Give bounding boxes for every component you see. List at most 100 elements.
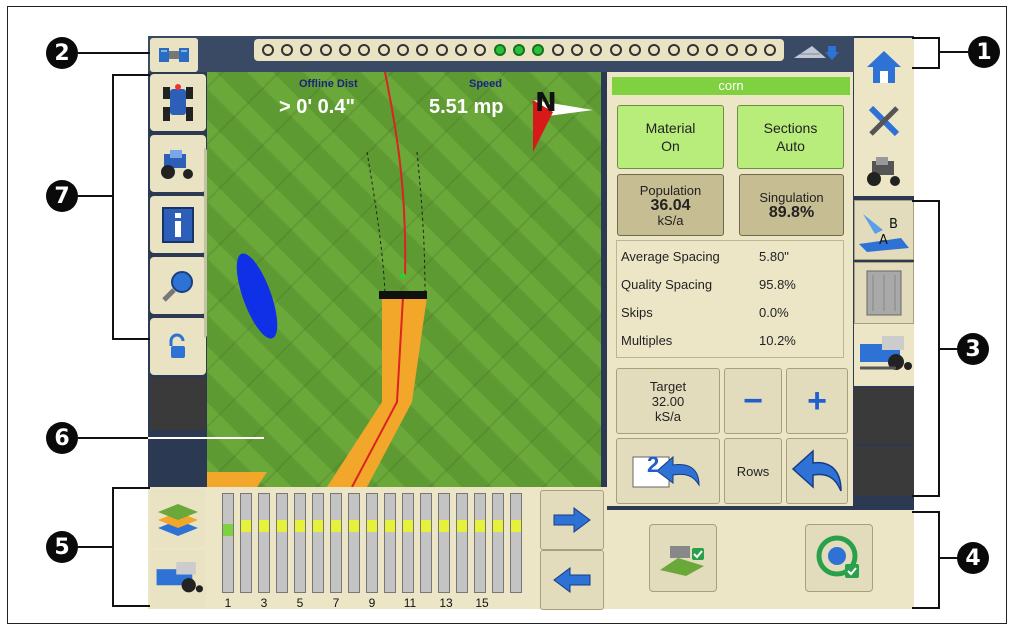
row-bar	[438, 493, 450, 593]
stat-label: Average Spacing	[621, 249, 720, 264]
empty-slot	[854, 446, 914, 496]
row-number: 3	[260, 596, 268, 610]
layers-icon	[158, 504, 198, 536]
ab-line-icon: B A	[859, 214, 909, 252]
info-button[interactable]	[150, 196, 206, 253]
population-button[interactable]: Population 36.04 kS/a	[617, 174, 724, 236]
info-icon	[162, 206, 194, 243]
settings-button[interactable]	[854, 96, 914, 146]
empty-slot	[150, 378, 206, 430]
callout-4: 4	[957, 542, 989, 574]
ab-line-button[interactable]: B A	[854, 200, 914, 260]
stat-row: Multiples 10.2%	[621, 333, 796, 353]
tractor-icon	[867, 157, 900, 186]
stat-row: Skips 0.0%	[621, 305, 789, 325]
back-arrow-icon	[791, 449, 842, 492]
planter-button[interactable]	[854, 324, 914, 386]
led	[416, 44, 429, 56]
increase-rate-button[interactable]: +	[786, 368, 848, 434]
seed-bin-icon	[866, 270, 902, 316]
minus-icon: −	[743, 381, 763, 420]
row-bar	[240, 493, 252, 593]
led	[648, 44, 661, 56]
target-value: 32.00	[651, 393, 685, 409]
rows-button[interactable]: Rows	[724, 438, 782, 504]
row-bar	[492, 493, 504, 593]
map-layers-button[interactable]	[150, 489, 206, 547]
callout-line	[938, 557, 958, 559]
led	[280, 44, 293, 56]
stat-value: 5.80"	[759, 249, 789, 264]
sections-button[interactable]: Sections Auto	[737, 105, 844, 169]
speed-label: Speed	[469, 78, 503, 90]
callout-bracket	[912, 200, 940, 497]
plus-icon: +	[807, 381, 827, 420]
singulation-label: Singulation	[759, 190, 824, 205]
home-button[interactable]	[854, 38, 914, 96]
map-overlay	[207, 72, 593, 487]
material-state: On	[661, 138, 680, 154]
offline-distance-label: Offline Dist	[299, 78, 358, 90]
empty-slot	[854, 388, 914, 444]
row-number: 1	[224, 596, 232, 610]
callout-line	[78, 546, 114, 548]
stat-value: 0.0%	[759, 305, 789, 320]
scroll-right-button[interactable]	[540, 490, 604, 550]
guidance-map[interactable]: Offline Dist > 0' 0.4" Speed 5.51 mp N	[207, 72, 601, 487]
singulation-value: 89.8%	[768, 204, 815, 221]
stat-label: Multiples	[621, 333, 673, 348]
decrease-rate-button[interactable]: −	[724, 368, 782, 434]
row-view-button[interactable]	[150, 550, 206, 608]
sections-state: Auto	[776, 138, 805, 154]
callout-7: 7	[46, 180, 78, 212]
vehicle-button[interactable]	[150, 135, 206, 192]
callout-bracket	[112, 74, 150, 340]
row-bar	[456, 493, 468, 593]
stat-value: 95.8%	[759, 277, 796, 292]
led-active	[512, 44, 525, 56]
target-rate-button[interactable]: Target 32.00 kS/a	[616, 368, 720, 434]
gps-status-button[interactable]	[150, 38, 198, 72]
field-summary-button[interactable]	[649, 524, 717, 592]
preset-return-icon	[632, 455, 700, 488]
row-bar	[348, 493, 360, 593]
row-bar	[222, 493, 234, 593]
arrow-right-icon	[553, 507, 591, 533]
led	[686, 44, 699, 56]
led	[261, 44, 274, 56]
callout-bracket	[912, 37, 940, 69]
svg-text:B: B	[889, 217, 898, 232]
sync-check-button[interactable]	[805, 524, 873, 592]
led	[570, 44, 583, 56]
sections-label: Sections	[763, 120, 818, 136]
lock-button[interactable]	[150, 318, 206, 375]
compass-north-label: N	[535, 88, 557, 118]
guidance-view-button[interactable]	[150, 74, 206, 131]
rate-preset-button[interactable]: 2	[616, 438, 720, 504]
rows-label: Rows	[736, 463, 770, 479]
scroll-left-button[interactable]	[540, 550, 604, 610]
magnifier-icon	[162, 270, 193, 302]
stat-row: Quality Spacing 95.8%	[621, 277, 796, 297]
target-unit: kS/a	[654, 408, 681, 424]
population-value: 36.04	[650, 196, 691, 214]
led	[725, 44, 738, 56]
row-bar	[474, 493, 486, 593]
led	[667, 44, 680, 56]
material-button[interactable]: Material On	[617, 105, 724, 169]
callout-3: 3	[957, 333, 989, 365]
equipment-button[interactable]	[854, 146, 914, 196]
back-button[interactable]	[786, 438, 848, 504]
callout-2: 2	[46, 37, 78, 69]
singulation-button[interactable]: Singulation 89.8%	[739, 174, 844, 236]
tractor-icon	[161, 149, 193, 179]
led	[300, 44, 313, 56]
bin-button[interactable]	[854, 262, 914, 324]
crop-header: corn	[612, 77, 850, 95]
population-label: Population	[639, 182, 702, 198]
stat-row: Average Spacing 5.80"	[621, 249, 789, 269]
zoom-button[interactable]	[150, 257, 206, 314]
lightbar-icon	[794, 46, 839, 60]
unlock-icon	[169, 333, 185, 358]
callout-5: 5	[46, 531, 78, 563]
